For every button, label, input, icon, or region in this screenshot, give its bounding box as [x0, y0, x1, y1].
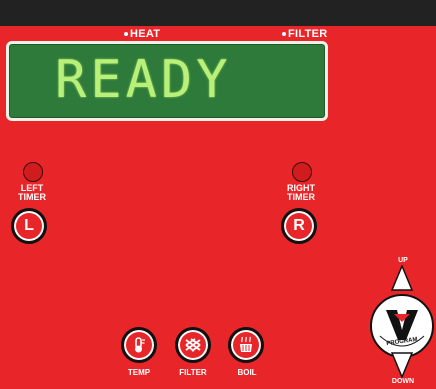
control-panel: HEAT FILTER READY LEFT TIMER L RIGHT TIM… — [0, 0, 436, 389]
left-timer-button[interactable]: L — [11, 208, 47, 244]
up-label: UP — [398, 257, 408, 264]
heat-indicator: HEAT — [124, 28, 160, 40]
up-arrow-button[interactable] — [391, 265, 413, 291]
program-button[interactable]: PROGRAM — [370, 294, 434, 358]
right-timer-label: RIGHT TIMER — [281, 184, 321, 202]
filter-icon — [185, 338, 201, 352]
filter-indicator-dot — [282, 32, 286, 37]
boil-label: BOIL — [237, 368, 257, 377]
display-text: READY — [55, 50, 232, 110]
filter-label: FILTER — [179, 368, 207, 377]
program-logo-icon — [379, 310, 425, 347]
left-timer-label: LEFT TIMER — [12, 184, 52, 202]
boil-icon — [240, 336, 252, 352]
right-timer-led — [292, 162, 312, 182]
temp-label: TEMP — [127, 368, 151, 377]
left-timer-led — [23, 162, 43, 182]
right-timer-label-line2: TIMER — [287, 192, 315, 202]
thermometer-icon — [135, 337, 145, 353]
status-display: READY — [6, 41, 328, 121]
down-label: DOWN — [391, 378, 415, 385]
heat-indicator-dot — [124, 32, 128, 37]
temp-button[interactable] — [121, 327, 157, 363]
filter-indicator-label: FILTER — [288, 28, 328, 40]
heat-indicator-label: HEAT — [130, 28, 161, 40]
filter-indicator: FILTER — [282, 28, 327, 40]
right-timer-button[interactable]: R — [281, 208, 317, 244]
down-arrow-button[interactable] — [391, 352, 413, 378]
top-bar — [0, 0, 436, 26]
left-timer-label-line2: TIMER — [18, 192, 46, 202]
boil-button[interactable] — [228, 327, 264, 363]
filter-button[interactable] — [175, 327, 211, 363]
